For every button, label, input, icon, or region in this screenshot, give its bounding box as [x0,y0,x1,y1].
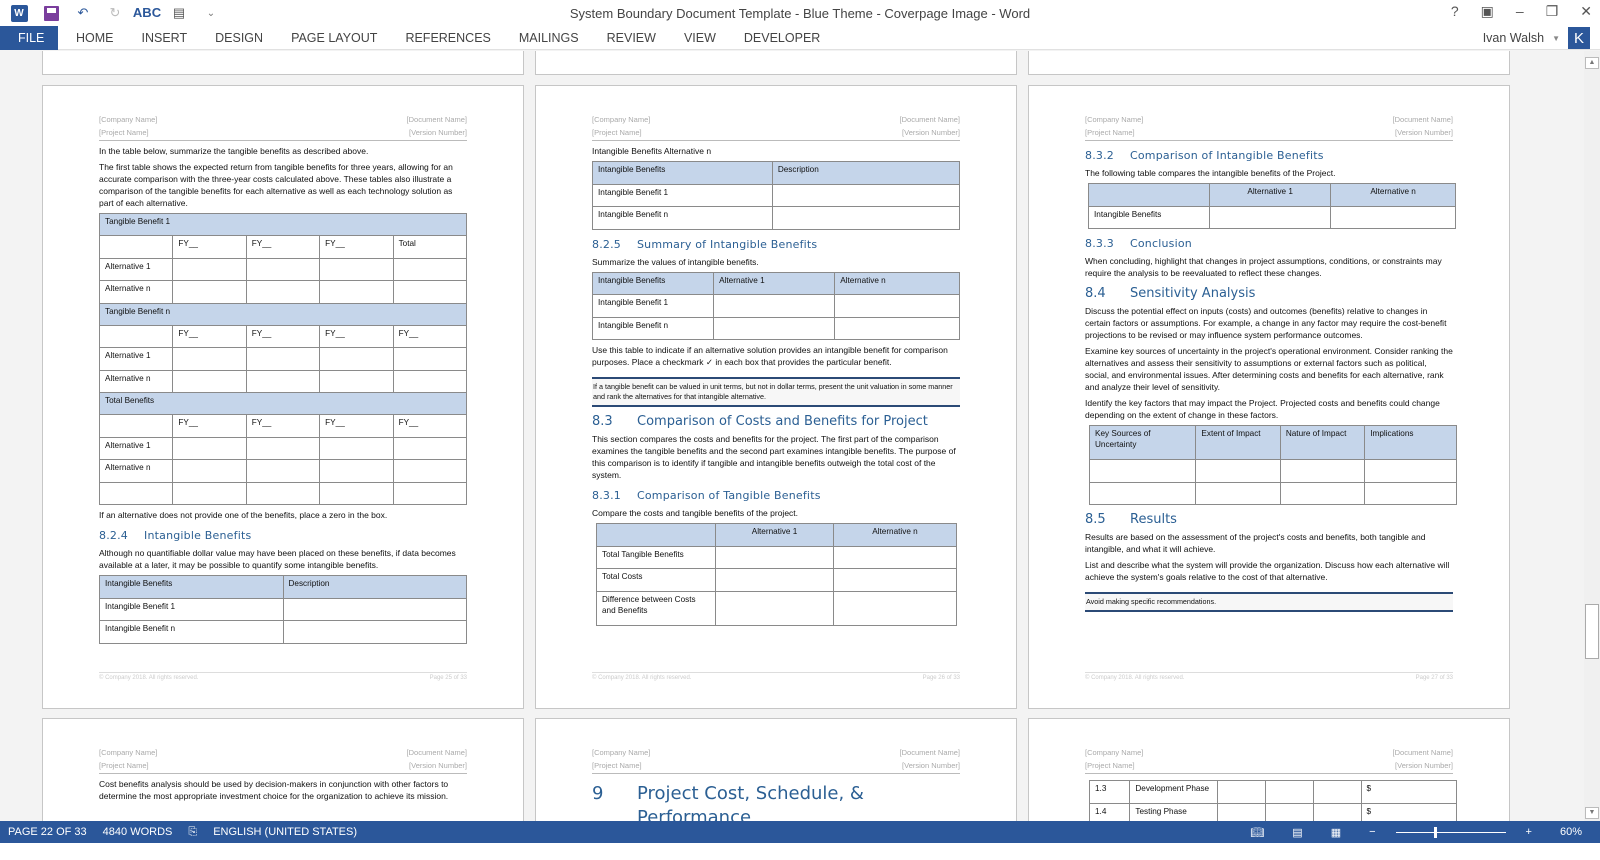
tab-mailings[interactable]: MAILINGS [505,26,593,50]
paragraph: Results are based on the assessment of t… [1085,532,1426,554]
table-caption: Intangible Benefits Alternative n [592,146,712,156]
page-header: [Company Name] [Project Name] [Document … [592,748,960,770]
language[interactable]: ENGLISH (UNITED STATES) [205,826,365,838]
user-account[interactable]: Ivan Walsh ▼ K [1483,26,1590,50]
avatar: K [1568,27,1590,49]
page-header: [Company Name] [Project Name] [Document … [592,115,960,137]
page-partial-top-2 [535,51,1017,75]
tangible-benefits-table: Tangible Benefit 1 FY__ FY__ FY__ Total Alt… [98,213,468,505]
paragraph: Cost benefits analysis should be used by… [99,779,449,801]
sensitivity-table: Key Sources of Uncertainty Extent of Impa… [1088,425,1457,505]
web-layout-icon[interactable]: ▦ [1323,826,1349,839]
heading-8-3-1: 8.3.1 Comparison of Tangible Benefits [592,489,821,502]
tab-home[interactable]: HOME [62,26,128,50]
word-count[interactable]: 4840 WORDS [95,826,181,838]
summary-intangible-table: Intangible Benefits Alternative 1 Alternat… [591,271,960,341]
scroll-thumb[interactable] [1585,604,1599,659]
page-count[interactable]: PAGE 22 OF 33 [0,826,95,838]
paragraph: Compare the costs and tangible benefits … [592,508,799,518]
paragraph: This section compares the costs and bene… [592,434,956,480]
close-icon[interactable]: ✕ [1580,3,1592,20]
window-title: System Boundary Document Template - Blue… [569,6,1031,21]
tab-references[interactable]: REFERENCES [391,26,504,50]
quick-access-toolbar: W ↶ ↻ ABC ▤ ⌄ [0,0,220,26]
heading-8-4: 8.4 Sensitivity Analysis [1085,286,1256,301]
read-mode-icon[interactable]: 📖︎ [1242,826,1272,839]
paragraph: The following table compares the intangi… [1085,168,1336,178]
page-partial-top-3 [1028,51,1510,75]
paragraph: When concluding, highlight that changes … [1085,256,1442,278]
page-partial-top-1 [42,51,524,75]
page-footer: © Company 2018. All rights reserved. Page… [99,672,467,681]
chevron-down-icon: ▼ [1552,33,1560,43]
page-header: [Company Name] [Project Name] [Document … [99,748,467,770]
tab-page-layout[interactable]: PAGE LAYOUT [277,26,391,50]
heading-8-2-5: 8.2.5 Summary of Intangible Benefits [592,237,818,251]
paragraph: Although no quantifiable dollar value ma… [99,548,456,570]
zoom-slider[interactable] [1395,826,1506,838]
user-name: Ivan Walsh [1482,31,1545,45]
vertical-scrollbar[interactable]: ▲ ▼ [1584,51,1600,821]
note-box: If a tangible benefit can be valued in u… [592,377,960,407]
note-box: Avoid making specific recommendations. [1085,592,1453,612]
save-icon[interactable] [42,4,60,22]
page-header: [Company Name] [Project Name] [Document … [1085,748,1453,770]
help-icon[interactable]: ? [1451,3,1459,20]
word-logo-icon[interactable]: W [10,4,28,22]
paragraph: The first table shows the expected retur… [99,162,453,208]
table-row: 1.3 Development Phase $ [1088,780,1458,804]
heading-8-3-2: 8.3.2 Comparison of Intangible Benefits [1085,149,1324,162]
intangible-comparison-table: Alternative 1 Alternative n Intangible Be… [1087,183,1456,229]
proofing-icon[interactable]: ⎘ [180,826,205,839]
ribbon-tabs: FILE HOME INSERT DESIGN PAGE LAYOUT REFE… [0,25,1600,50]
page-header: [Company Name] [Project Name] [Document … [1085,115,1453,137]
page-26: [Company Name] [Project Name] [Document … [535,85,1017,709]
page-footer: © Company 2018. All rights reserved. Page… [592,672,960,681]
document-area[interactable]: [Company Name] [Project Name] [Document … [0,51,1584,841]
title-bar: W ↶ ↻ ABC ▤ ⌄ System Boundary Document T… [0,0,1600,26]
scroll-down-icon[interactable]: ▼ [1585,807,1599,819]
print-layout-icon[interactable]: ▤ [1284,826,1310,839]
undo-icon[interactable]: ↶ [74,4,92,22]
heading-8-2-4: 8.2.4 Intangible Benefits [99,529,252,542]
page-layout-icon[interactable]: ▤ [170,4,188,22]
paragraph: Discuss the potential effect on inputs (… [1085,306,1447,340]
tab-insert[interactable]: INSERT [128,26,202,50]
intangible-benefits-alt-table: Intangible Benefits Description Intangibl… [592,161,961,230]
redo-icon[interactable]: ↻ [106,4,124,22]
heading-8-3-3: 8.3.3 Conclusion [1085,237,1192,250]
cost-table: 1.3 Development Phase $ 1.4 Testing Phase $ [1088,780,1458,826]
tab-review[interactable]: REVIEW [593,26,670,50]
status-bar: PAGE 22 OF 33 4840 WORDS ⎘ ENGLISH (UNIT… [0,821,1600,843]
scroll-up-icon[interactable]: ▲ [1585,57,1599,69]
paragraph: Examine key sources of uncertainty in th… [1085,346,1453,392]
heading-8-5: 8.5 Results [1085,512,1177,527]
zoom-level[interactable]: 60% [1552,826,1590,838]
intangible-benefits-table: Intangible Benefits Description Intangibl… [99,575,467,644]
paragraph: List and describe what the system will p… [1085,560,1450,582]
zoom-in-button[interactable]: + [1518,826,1540,838]
spelling-check-icon[interactable]: ABC [133,4,161,22]
ribbon-display-options-icon[interactable]: ▣ [1481,3,1494,20]
tab-design[interactable]: DESIGN [201,26,277,50]
zoom-out-button[interactable]: − [1361,826,1383,838]
window-controls: ? ▣ – ❐ ✕ [1451,3,1592,20]
paragraph: If an alternative does not provide one o… [99,510,388,520]
page-27: [Company Name] [Project Name] [Document … [1028,85,1510,709]
tab-developer[interactable]: DEVELOPER [730,26,834,50]
paragraph: Identify the key factors that may impact… [1085,398,1440,420]
heading-8-3: 8.3 Comparison of Costs and Benefits for … [592,414,928,429]
paragraph: Summarize the values of intangible benef… [592,256,759,267]
customize-qat-icon[interactable]: ⌄ [202,4,220,22]
page-header: [Company Name] [Project Name] [Document … [99,115,467,137]
paragraph: In the table below, summarize the tangib… [99,146,369,156]
restore-icon[interactable]: ❐ [1546,3,1559,20]
tab-view[interactable]: VIEW [670,26,730,50]
page-footer: © Company 2018. All rights reserved. Page… [1085,672,1453,681]
tangible-comparison-table: Alternative 1 Alternative n Total Tangibl… [596,523,957,626]
minimize-icon[interactable]: – [1516,3,1524,20]
tab-file[interactable]: FILE [0,25,58,50]
paragraph: Use this table to indicate if an alterna… [592,345,948,367]
page-25: [Company Name] [Project Name] [Document … [42,85,524,709]
